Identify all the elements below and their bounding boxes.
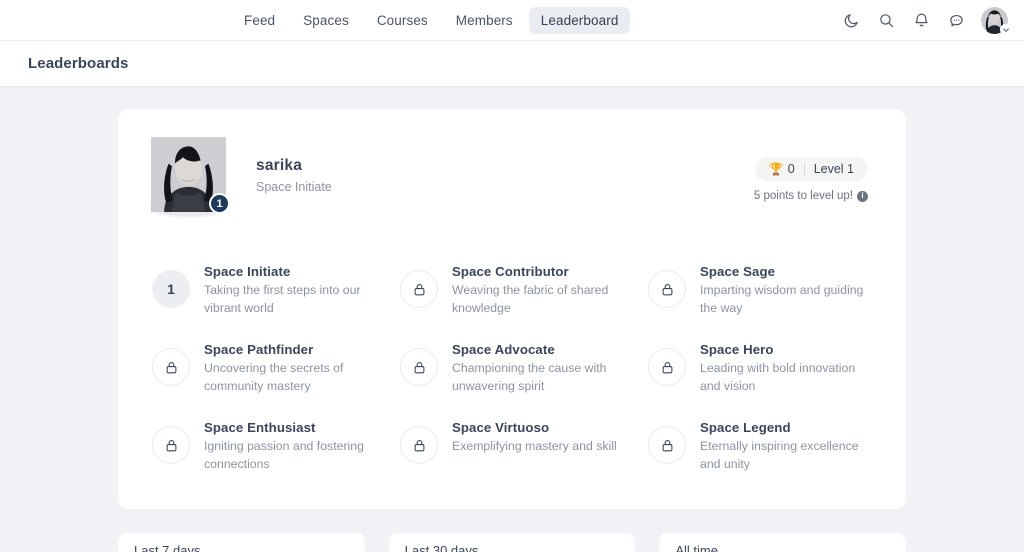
- level-name: Space Hero: [700, 342, 774, 357]
- profile-level-badge: 1: [209, 193, 230, 214]
- level-name: Space Sage: [700, 264, 776, 279]
- points-value-group: 🏆 0: [769, 162, 795, 176]
- level-item[interactable]: Space Hero Leading with bold innovation …: [638, 331, 882, 409]
- level-item[interactable]: 1 Space Initiate Taking the first steps …: [142, 253, 386, 331]
- level-name: Space Enthusiast: [204, 420, 316, 435]
- nav-item-feed[interactable]: Feed: [232, 7, 287, 34]
- level-description: Exemplifying mastery and skill: [452, 439, 617, 453]
- level-body: Space Contributor Weaving the fabric of …: [452, 263, 626, 318]
- level-item[interactable]: Space Contributor Weaving the fabric of …: [390, 253, 634, 331]
- level-body: Space Enthusiast Igniting passion and fo…: [204, 419, 378, 474]
- level-description: Igniting passion and fostering connectio…: [204, 439, 364, 471]
- current-level-label: Level 1: [813, 162, 854, 176]
- lock-icon: [152, 348, 190, 386]
- level-number-badge: 1: [152, 270, 190, 308]
- info-icon[interactable]: i: [857, 190, 868, 202]
- level-description: Championing the cause with unwavering sp…: [452, 361, 607, 393]
- level-description: Weaving the fabric of shared knowledge: [452, 283, 609, 315]
- level-name: Space Virtuoso: [452, 420, 550, 435]
- level-description: Imparting wisdom and guiding the way: [700, 283, 864, 315]
- search-icon[interactable]: [876, 10, 897, 31]
- lock-icon: [648, 270, 686, 308]
- nav-item-spaces[interactable]: Spaces: [291, 7, 361, 34]
- main-content: 1 sarika Space Initiate 🏆 0 Level 1 5 po…: [0, 87, 1024, 552]
- leaderboard-profile-card: 1 sarika Space Initiate 🏆 0 Level 1 5 po…: [118, 109, 906, 509]
- lock-icon: [648, 426, 686, 464]
- profile-meta: sarika Space Initiate: [256, 135, 332, 194]
- profile-name: sarika: [256, 157, 303, 174]
- profile-stats: 🏆 0 Level 1 5 points to level up! i: [754, 157, 868, 202]
- profile-rank: Space Initiate: [256, 180, 332, 194]
- tab-last-7-days[interactable]: Last 7 days: [118, 533, 365, 552]
- tab-all-time[interactable]: All time: [659, 533, 907, 552]
- level-item[interactable]: Space Advocate Championing the cause wit…: [390, 331, 634, 409]
- level-item[interactable]: Space Enthusiast Igniting passion and fo…: [142, 409, 386, 487]
- level-body: Space Legend Eternally inspiring excelle…: [700, 419, 874, 474]
- lock-icon: [400, 348, 438, 386]
- level-up-hint: 5 points to level up! i: [754, 190, 868, 202]
- timeframe-tabs: Last 7 days Last 30 days All time: [118, 533, 907, 552]
- level-body: Space Advocate Championing the cause wit…: [452, 341, 626, 396]
- level-item[interactable]: Space Virtuoso Exemplifying mastery and …: [390, 409, 634, 487]
- level-item[interactable]: Space Pathfinder Uncovering the secrets …: [142, 331, 386, 409]
- level-body: Space Virtuoso Exemplifying mastery and …: [452, 419, 617, 456]
- level-description: Eternally inspiring excellence and unity: [700, 439, 859, 471]
- level-name: Space Pathfinder: [204, 342, 314, 357]
- lock-icon: [648, 348, 686, 386]
- top-navigation-bar: Feed Spaces Courses Members Leaderboard: [0, 0, 1024, 41]
- level-item[interactable]: Space Legend Eternally inspiring excelle…: [638, 409, 882, 487]
- level-name: Space Initiate: [204, 264, 291, 279]
- chat-bubble-icon[interactable]: [946, 10, 967, 31]
- level-name: Space Contributor: [452, 264, 569, 279]
- profile-avatar[interactable]: 1: [149, 137, 230, 218]
- lock-icon: [152, 426, 190, 464]
- pill-divider: [803, 162, 805, 176]
- bell-icon[interactable]: [911, 10, 932, 31]
- moon-icon[interactable]: [841, 10, 862, 31]
- profile-row: 1 sarika Space Initiate 🏆 0 Level 1 5 po…: [142, 135, 882, 231]
- points-pill: 🏆 0 Level 1: [754, 157, 868, 181]
- tab-last-30-days[interactable]: Last 30 days: [388, 533, 636, 552]
- page-header: Leaderboards: [0, 41, 1024, 87]
- level-body: Space Hero Leading with bold innovation …: [700, 341, 874, 396]
- level-up-text: 5 points to level up!: [753, 190, 853, 202]
- nav-item-members[interactable]: Members: [444, 7, 525, 34]
- level-description: Leading with bold innovation and vision: [700, 361, 856, 393]
- nav-item-leaderboard[interactable]: Leaderboard: [528, 7, 631, 34]
- nav-actions: [841, 0, 1011, 41]
- level-description: Uncovering the secrets of community mast…: [204, 361, 344, 393]
- avatar[interactable]: [981, 7, 1011, 35]
- chevron-down-icon[interactable]: [1000, 24, 1011, 35]
- page-title: Leaderboards: [28, 55, 129, 72]
- points-value: 0: [787, 162, 795, 176]
- level-body: Space Initiate Taking the first steps in…: [204, 263, 378, 318]
- level-description: Taking the first steps into our vibrant …: [204, 283, 361, 315]
- nav-item-courses[interactable]: Courses: [365, 7, 440, 34]
- level-name: Space Advocate: [452, 342, 555, 357]
- lock-icon: [400, 270, 438, 308]
- lock-icon: [400, 426, 438, 464]
- level-name: Space Legend: [700, 420, 791, 435]
- trophy-icon: 🏆: [768, 162, 784, 176]
- main-nav: Feed Spaces Courses Members Leaderboard: [232, 0, 631, 41]
- level-body: Space Pathfinder Uncovering the secrets …: [204, 341, 378, 396]
- level-body: Space Sage Imparting wisdom and guiding …: [700, 263, 874, 318]
- levels-grid: 1 Space Initiate Taking the first steps …: [142, 253, 882, 487]
- level-item[interactable]: Space Sage Imparting wisdom and guiding …: [638, 253, 882, 331]
